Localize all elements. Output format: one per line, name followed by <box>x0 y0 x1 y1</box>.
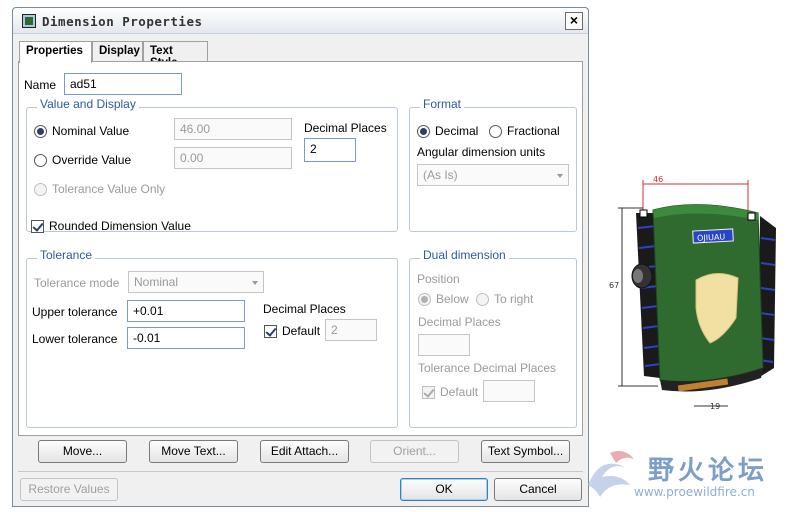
upper-tolerance-label: Upper tolerance <box>32 305 118 319</box>
fractional-radio[interactable] <box>489 125 502 138</box>
text-symbol-button[interactable]: Text Symbol... <box>481 440 570 463</box>
dual-default-checkbox <box>422 386 435 399</box>
tolerance-default-checkbox[interactable] <box>264 325 277 338</box>
ok-button[interactable]: OK <box>400 478 488 501</box>
model-viewport[interactable]: 46 67 19 OJIUAU <box>598 168 783 418</box>
restore-values-button: Restore Values <box>20 478 118 501</box>
separator <box>18 471 583 472</box>
lower-tolerance-input[interactable]: -0.01 <box>127 327 245 349</box>
dual-dimension-title: Dual dimension <box>420 248 509 262</box>
edit-attach-button[interactable]: Edit Attach... <box>260 440 349 463</box>
to-right-label: To right <box>494 292 534 306</box>
tolerance-mode-select: Nominal <box>128 271 264 293</box>
rounded-value-checkbox[interactable] <box>31 220 44 233</box>
value-display-title: Value and Display <box>37 97 139 111</box>
cancel-button[interactable]: Cancel <box>494 478 582 501</box>
below-radio <box>418 293 431 306</box>
decimal-label: Decimal <box>435 124 479 138</box>
nominal-value-label: Nominal Value <box>52 124 130 138</box>
tolerance-decimal-label: Decimal Places <box>263 302 346 316</box>
watermark-url: www.proewildfire.cn <box>634 485 755 499</box>
properties-panel: Name ad51 Value and Display Nominal Valu… <box>18 61 583 436</box>
below-label: Below <box>436 292 469 306</box>
title-bar[interactable]: Dimension Properties × <box>13 8 588 34</box>
name-label: Name <box>24 78 57 92</box>
decimal-radio[interactable] <box>417 125 430 138</box>
orient-button: Orient... <box>370 440 459 463</box>
override-value-label: Override Value <box>52 153 132 167</box>
dual-decimal-label: Decimal Places <box>418 315 501 329</box>
tolerance-default-label: Default <box>282 324 321 338</box>
name-input[interactable]: ad51 <box>64 73 182 95</box>
tolerance-only-radio <box>34 183 47 196</box>
motor-model-icon: OJIUAU <box>631 204 776 392</box>
dimension-top-label: 46 <box>653 175 663 184</box>
dimension-side-label: 67 <box>609 281 619 290</box>
dual-tol-decimal-field <box>483 380 535 402</box>
model-brand-text: OJIUAU <box>697 232 726 242</box>
tab-text-style[interactable]: Text Style <box>143 41 208 69</box>
move-text-button[interactable]: Move Text... <box>149 440 238 463</box>
dimension-properties-dialog: Dimension Properties × Properties Displa… <box>12 7 589 507</box>
lower-tolerance-label: Lower tolerance <box>32 332 118 346</box>
fractional-label: Fractional <box>507 124 560 138</box>
close-button[interactable]: × <box>565 12 583 30</box>
tolerance-decimal-field: 2 <box>325 319 377 341</box>
position-label: Position <box>417 272 460 286</box>
decimal-places-input[interactable]: 2 <box>304 138 356 162</box>
dual-decimal-field <box>418 334 470 356</box>
watermark-title: 野火论坛 <box>648 456 769 486</box>
rounded-value-label: Rounded Dimension Value <box>49 219 191 233</box>
decimal-places-label: Decimal Places <box>304 121 387 135</box>
tolerance-only-label: Tolerance Value Only <box>52 182 166 196</box>
app-window-icon <box>22 14 36 28</box>
override-value-radio[interactable] <box>34 154 47 167</box>
angular-units-select: (As Is) <box>417 164 569 186</box>
tolerance-title: Tolerance <box>37 248 96 262</box>
dimension-bottom-label: 19 <box>710 402 720 411</box>
nominal-value-field: 46.00 <box>174 118 292 140</box>
override-value-field: 0.00 <box>174 147 292 169</box>
move-button[interactable]: Move... <box>38 440 127 463</box>
dual-tol-decimal-label: Tolerance Decimal Places <box>418 361 557 375</box>
tab-display[interactable]: Display <box>92 41 143 62</box>
dialog-title: Dimension Properties <box>42 14 203 29</box>
dual-default-label: Default <box>440 385 479 399</box>
upper-tolerance-input[interactable]: +0.01 <box>127 300 245 322</box>
format-title: Format <box>420 97 465 111</box>
to-right-radio <box>476 293 489 306</box>
nominal-value-radio[interactable] <box>34 125 47 138</box>
angular-units-label: Angular dimension units <box>417 145 546 159</box>
tolerance-mode-label: Tolerance mode <box>34 276 120 290</box>
tab-properties[interactable]: Properties <box>19 41 92 63</box>
